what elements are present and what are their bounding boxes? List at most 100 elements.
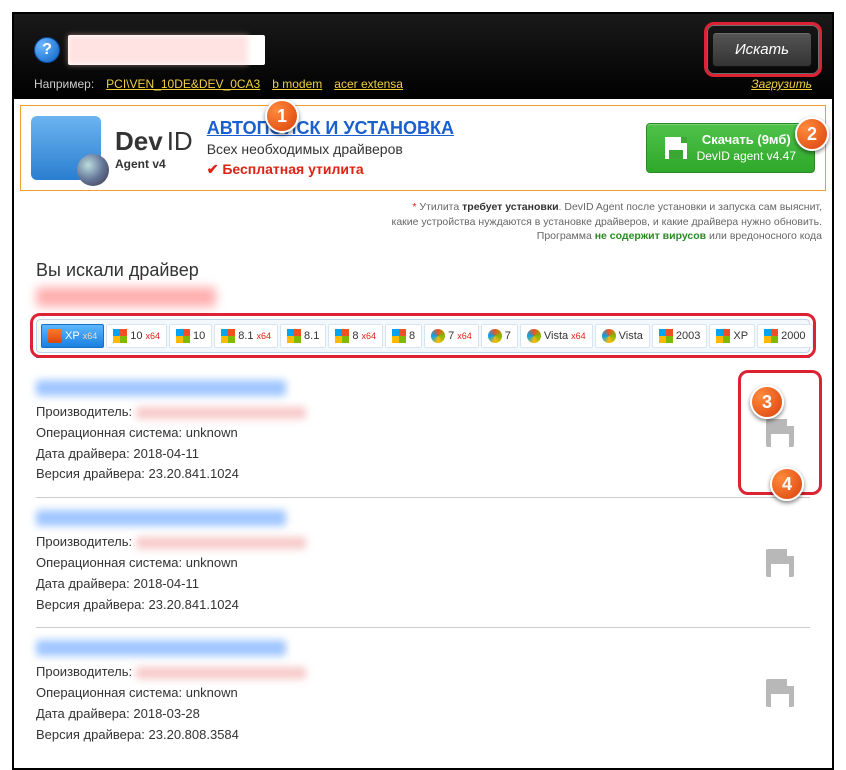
windows-xp-flag-icon <box>659 329 673 343</box>
os-tab-XP[interactable]: XP <box>709 324 755 348</box>
os-tab-10x64[interactable]: 10x64 <box>106 324 167 348</box>
download-button[interactable]: Скачать (9мб) DevID agent v4.47 <box>646 123 815 172</box>
driver-version: 23.20.841.1024 <box>149 466 239 481</box>
upload-link[interactable]: Загрузить <box>751 77 812 91</box>
floppy-icon <box>665 137 687 159</box>
promo-logo-block <box>31 116 101 180</box>
os-tab-XPx64[interactable]: XPx64 <box>41 324 104 348</box>
promo-brand: DevID Agent v4 <box>115 126 193 171</box>
os-tab-label: 10 <box>130 330 142 342</box>
example-link[interactable]: b modem <box>272 77 322 91</box>
manufacturer-obscured <box>136 407 306 419</box>
driver-title-obscured <box>36 510 286 526</box>
brand-light: ID <box>167 126 193 157</box>
driver-info: Производитель: Операционная система: unk… <box>36 510 732 615</box>
save-floppy-icon[interactable] <box>766 679 794 707</box>
example-label: Например: <box>34 77 94 91</box>
tabs-underline <box>36 355 810 358</box>
driver-version: 23.20.808.3584 <box>149 727 239 742</box>
driver-row: Производитель: Операционная система: unk… <box>36 368 810 497</box>
save-floppy-icon[interactable] <box>766 419 794 447</box>
os-tabs: XPx6410x64108.1x648.18x6487x647Vistax64V… <box>36 319 810 353</box>
windows-flag-icon <box>113 329 127 343</box>
driver-os: unknown <box>186 425 238 440</box>
download-sub: DevID agent v4.47 <box>697 149 796 164</box>
os-tab-label: XP <box>65 330 80 342</box>
devid-logo-icon <box>31 116 101 180</box>
driver-fields: Производитель: Операционная система: unk… <box>36 402 732 485</box>
os-tab-arch: x64 <box>145 331 160 341</box>
os-tab-Vistax64[interactable]: Vistax64 <box>520 324 593 348</box>
windows-flag-icon <box>221 329 235 343</box>
os-tab-label: 8.1 <box>238 330 253 342</box>
callout-badge-2: 2 <box>795 117 829 151</box>
help-icon[interactable]: ? <box>34 37 60 63</box>
os-tab-label: 2000 <box>781 330 805 342</box>
os-tab-label: 8.1 <box>304 330 319 342</box>
os-tab-7[interactable]: 7 <box>481 324 518 348</box>
os-tab-10[interactable]: 10 <box>169 324 212 348</box>
fineprint: * Утилита требует установки. DevID Agent… <box>14 197 832 252</box>
driver-fields: Производитель: Операционная система: unk… <box>36 532 732 615</box>
os-tab-arch: x64 <box>361 331 376 341</box>
os-tab-label: Vista <box>619 330 643 342</box>
promo-free-label: Бесплатная утилита <box>207 161 632 178</box>
query-obscured <box>36 287 216 307</box>
os-tab-label: 8 <box>409 330 415 342</box>
example-row: Например: PCI\VEN_10DE&DEV_0CA3 b modem … <box>34 67 812 91</box>
os-tab-2003[interactable]: 2003 <box>652 324 707 348</box>
save-floppy-icon[interactable] <box>766 549 794 577</box>
example-link[interactable]: PCI\VEN_10DE&DEV_0CA3 <box>106 77 260 91</box>
driver-info: Производитель: Операционная система: unk… <box>36 640 732 745</box>
os-tab-label: 2003 <box>676 330 700 342</box>
callout-badge-4: 4 <box>770 467 804 501</box>
os-tab-label: XP <box>733 330 748 342</box>
driver-date: 2018-04-11 <box>133 576 199 591</box>
driver-info: Производитель: Операционная система: unk… <box>36 380 732 485</box>
driver-save-cell <box>750 510 810 615</box>
search-input[interactable] <box>68 35 265 65</box>
promo-headline-link[interactable]: АВТОПОИСК И УСТАНОВКА <box>207 118 454 138</box>
driver-version: 23.20.841.1024 <box>149 597 239 612</box>
callout-badge-1: 1 <box>265 99 299 133</box>
driver-fields: Производитель: Операционная система: unk… <box>36 662 732 745</box>
example-link[interactable]: acer extensa <box>334 77 403 91</box>
download-title: Скачать (9мб) <box>697 132 796 148</box>
windows-orb-icon <box>527 329 541 343</box>
header-bar: ? Искать Например: PCI\VEN_10DE&DEV_0CA3… <box>14 14 832 99</box>
driver-row: Производитель: Операционная система: unk… <box>36 497 810 627</box>
os-tab-arch: x64 <box>257 331 272 341</box>
windows-xp-flag-icon <box>716 329 730 343</box>
windows-orb-icon <box>431 329 445 343</box>
driver-title-obscured <box>36 380 286 396</box>
callout-badge-3: 3 <box>750 385 784 419</box>
os-tab-arch: x64 <box>83 331 98 341</box>
os-tab-8.1[interactable]: 8.1 <box>280 324 326 348</box>
driver-row: Производитель: Операционная система: unk… <box>36 627 810 757</box>
os-tab-label: Vista <box>544 330 568 342</box>
windows-flag-icon <box>392 329 406 343</box>
manufacturer-obscured <box>136 667 306 679</box>
os-tab-7x64[interactable]: 7x64 <box>424 324 479 348</box>
search-button[interactable]: Искать <box>712 32 812 67</box>
os-tab-2000[interactable]: 2000 <box>757 324 812 348</box>
os-tab-label: 10 <box>193 330 205 342</box>
os-tab-Vista[interactable]: Vista <box>595 324 650 348</box>
os-tab-8x64[interactable]: 8x64 <box>328 324 383 348</box>
promo-box: DevID Agent v4 АВТОПОИСК И УСТАНОВКА Все… <box>20 105 826 191</box>
os-tab-arch: x64 <box>457 331 472 341</box>
promo-subline: Всех необходимых драйверов <box>207 141 632 157</box>
driver-save-cell <box>750 640 810 745</box>
manufacturer-obscured <box>136 537 306 549</box>
os-tab-8.1x64[interactable]: 8.1 x64 <box>214 324 278 348</box>
windows-flag-icon <box>287 329 301 343</box>
windows-xp-flag-icon <box>764 329 778 343</box>
os-tab-8[interactable]: 8 <box>385 324 422 348</box>
os-tab-label: 7 <box>505 330 511 342</box>
results-heading: Вы искали драйвер <box>36 260 810 281</box>
windows-orb-icon <box>602 329 616 343</box>
windows-flag-icon <box>176 329 190 343</box>
agent-version-label: Agent v4 <box>115 157 193 171</box>
driver-title-obscured <box>36 640 286 656</box>
os-tab-label: 7 <box>448 330 454 342</box>
